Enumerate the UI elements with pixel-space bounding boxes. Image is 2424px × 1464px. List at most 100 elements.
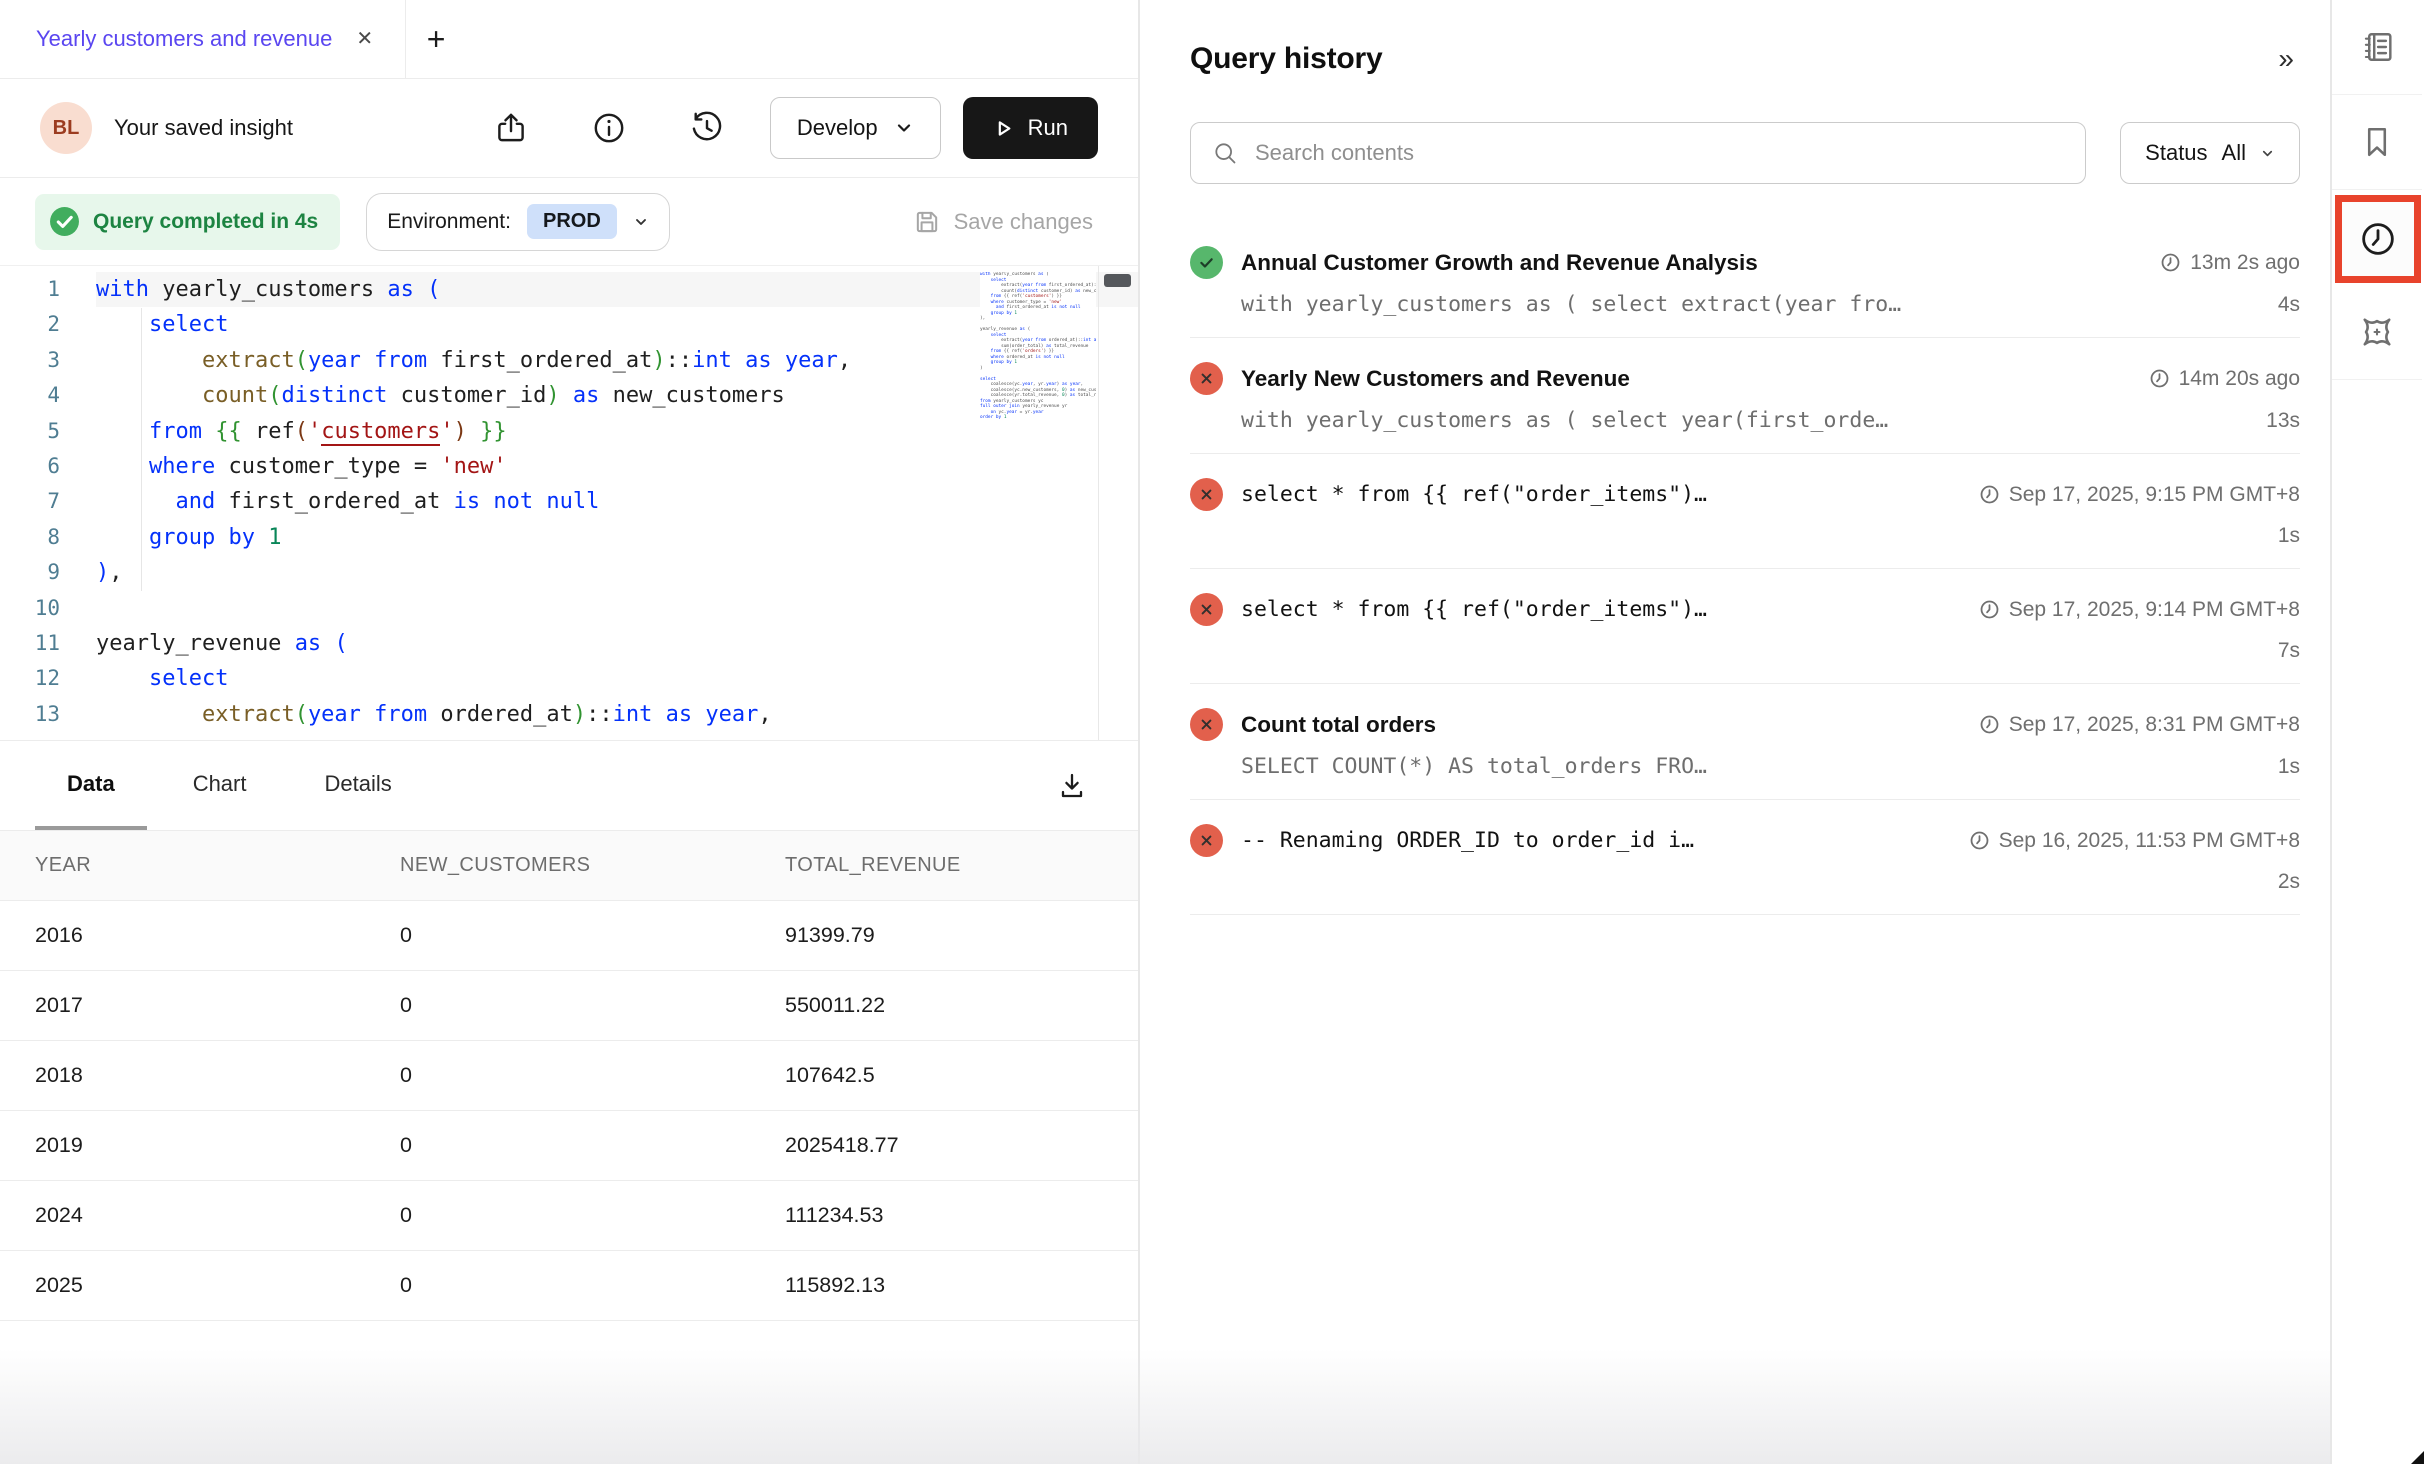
error-icon bbox=[1190, 593, 1223, 626]
query-history-title: Query history bbox=[1190, 42, 1382, 76]
status-filter-dropdown[interactable]: Status All bbox=[2120, 122, 2300, 184]
line-number: 6 bbox=[0, 449, 96, 484]
table-cell: 2024 bbox=[0, 1203, 365, 1228]
avatar: BL bbox=[40, 102, 92, 154]
query-history-item[interactable]: Count total orders Sep 17, 2025, 8:31 PM… bbox=[1190, 684, 2300, 800]
editor-scrollbar[interactable] bbox=[1098, 266, 1138, 740]
new-tab-button[interactable]: + bbox=[406, 0, 466, 78]
table-cell: 0 bbox=[365, 993, 750, 1018]
download-results-button[interactable] bbox=[1054, 768, 1090, 804]
code-line[interactable]: 4 count(distinct customer_id) as new_cus… bbox=[0, 378, 1138, 413]
close-tab-icon[interactable]: ✕ bbox=[356, 29, 373, 49]
search-input[interactable] bbox=[1190, 122, 2086, 184]
editor-minimap[interactable]: with yearly_customers as ( select extrac… bbox=[980, 272, 1096, 740]
query-timestamp: 13m 2s ago bbox=[2160, 251, 2300, 275]
code-line[interactable]: 5 from {{ ref('customers') }} bbox=[0, 414, 1138, 449]
code-line[interactable]: 12 select bbox=[0, 661, 1138, 696]
tab-data[interactable]: Data bbox=[35, 741, 147, 830]
success-check-icon bbox=[49, 206, 80, 237]
chevron-down-icon bbox=[2260, 146, 2275, 161]
query-duration: 1s bbox=[2278, 524, 2300, 548]
code-line[interactable]: 7 and first_ordered_at is not null bbox=[0, 484, 1138, 519]
table-row[interactable]: 20250115892.13 bbox=[0, 1251, 1138, 1321]
code-line[interactable]: 1with yearly_customers as ( bbox=[0, 272, 1138, 307]
save-changes-button[interactable]: Save changes bbox=[912, 207, 1103, 237]
table-row[interactable]: 201902025418.77 bbox=[0, 1111, 1138, 1181]
notebook-icon bbox=[2357, 27, 2397, 67]
history-clock-icon bbox=[2357, 218, 2399, 260]
info-button[interactable] bbox=[590, 109, 628, 147]
results-table: YEARNEW_CUSTOMERSTOTAL_REVENUE2016091399… bbox=[0, 831, 1138, 1321]
search-box bbox=[1190, 122, 2086, 184]
line-number: 1 bbox=[0, 272, 96, 307]
environment-value-badge: PROD bbox=[527, 204, 617, 239]
line-number: 3 bbox=[0, 343, 96, 378]
line-number: 10 bbox=[0, 591, 96, 626]
clock-icon bbox=[1969, 830, 1990, 851]
code-line[interactable]: 3 extract(year from first_ordered_at)::i… bbox=[0, 343, 1138, 378]
query-timestamp: Sep 17, 2025, 9:14 PM GMT+8 bbox=[1979, 598, 2300, 622]
query-history-item[interactable]: select * from {{ ref("order_items")… Sep… bbox=[1190, 569, 2300, 684]
environment-selector[interactable]: Environment: PROD bbox=[366, 193, 670, 251]
table-row[interactable]: 20180107642.5 bbox=[0, 1041, 1138, 1111]
table-cell: 111234.53 bbox=[750, 1203, 1138, 1228]
tab-yearly-customers-and-revenue[interactable]: Yearly customers and revenue ✕ bbox=[0, 0, 405, 78]
tab-bar: Yearly customers and revenue ✕ + bbox=[0, 0, 1138, 79]
develop-button[interactable]: Develop bbox=[770, 97, 941, 159]
clock-icon bbox=[2160, 252, 2181, 273]
code-line[interactable]: 10 bbox=[0, 591, 1138, 626]
editor-scroll-handle[interactable] bbox=[1104, 274, 1131, 287]
query-title: select * from {{ ref("order_items")… bbox=[1241, 482, 1959, 507]
sidebar-item-query-history[interactable] bbox=[2357, 218, 2399, 260]
query-history-item[interactable]: -- Renaming ORDER_ID to order_id i… Sep … bbox=[1190, 800, 2300, 915]
indent-guide bbox=[141, 308, 142, 591]
sidebar-item-notebook[interactable] bbox=[2332, 0, 2422, 95]
sidebar-item-bookmarks[interactable] bbox=[2332, 95, 2422, 190]
table-cell: 550011.22 bbox=[750, 993, 1138, 1018]
annotation-highlight-box bbox=[2335, 195, 2421, 283]
query-history-item[interactable]: Yearly New Customers and Revenue 14m 20s… bbox=[1190, 338, 2300, 454]
error-icon bbox=[1190, 362, 1223, 395]
query-duration: 2s bbox=[2278, 870, 2300, 894]
error-icon bbox=[1190, 478, 1223, 511]
code-line[interactable]: 9), bbox=[0, 555, 1138, 590]
code-line[interactable]: 2 select bbox=[0, 307, 1138, 342]
query-title: Annual Customer Growth and Revenue Analy… bbox=[1241, 250, 2140, 276]
status-filter-value: All bbox=[2222, 140, 2246, 166]
line-number: 4 bbox=[0, 378, 96, 413]
code-line[interactable]: 13 extract(year from ordered_at)::int as… bbox=[0, 697, 1138, 732]
develop-label: Develop bbox=[797, 115, 878, 141]
sidebar-item-lineage[interactable] bbox=[2332, 285, 2422, 380]
line-number: 8 bbox=[0, 520, 96, 555]
code-lines: 1with yearly_customers as (2 select3 ext… bbox=[0, 266, 1138, 732]
lineage-icon bbox=[2356, 311, 2398, 353]
table-row[interactable]: 20240111234.53 bbox=[0, 1181, 1138, 1251]
table-row[interactable]: 2016091399.79 bbox=[0, 901, 1138, 971]
query-timestamp: 14m 20s ago bbox=[2149, 367, 2300, 391]
code-line[interactable]: 6 where customer_type = 'new' bbox=[0, 449, 1138, 484]
error-icon bbox=[1190, 708, 1223, 741]
table-cell: 2016 bbox=[0, 923, 365, 948]
table-cell: 115892.13 bbox=[750, 1273, 1138, 1298]
table-cell: 2025418.77 bbox=[750, 1133, 1138, 1158]
column-header: TOTAL_REVENUE bbox=[750, 854, 1138, 877]
query-duration: 13s bbox=[2266, 409, 2300, 433]
query-title: Count total orders bbox=[1241, 712, 1959, 738]
tab-details[interactable]: Details bbox=[292, 741, 423, 830]
table-row[interactable]: 20170550011.22 bbox=[0, 971, 1138, 1041]
run-button[interactable]: Run bbox=[963, 97, 1098, 159]
tab-chart[interactable]: Chart bbox=[161, 741, 279, 830]
query-history-item[interactable]: select * from {{ ref("order_items")… Sep… bbox=[1190, 454, 2300, 569]
code-line[interactable]: 11yearly_revenue as ( bbox=[0, 626, 1138, 661]
code-line[interactable]: 8 group by 1 bbox=[0, 520, 1138, 555]
sql-code-editor[interactable]: 1with yearly_customers as (2 select3 ext… bbox=[0, 265, 1138, 740]
status-bar: Query completed in 4s Environment: PROD … bbox=[0, 178, 1138, 265]
query-timestamp: Sep 16, 2025, 11:53 PM GMT+8 bbox=[1969, 829, 2300, 853]
table-cell: 2019 bbox=[0, 1133, 365, 1158]
save-changes-label: Save changes bbox=[954, 209, 1093, 235]
query-history-item[interactable]: Annual Customer Growth and Revenue Analy… bbox=[1190, 222, 2300, 338]
version-history-button[interactable] bbox=[688, 109, 726, 147]
collapse-panel-button[interactable]: » bbox=[2272, 43, 2300, 75]
share-button[interactable] bbox=[492, 109, 530, 147]
query-history-panel: Query history » Status All Annual Custom… bbox=[1140, 0, 2330, 1464]
